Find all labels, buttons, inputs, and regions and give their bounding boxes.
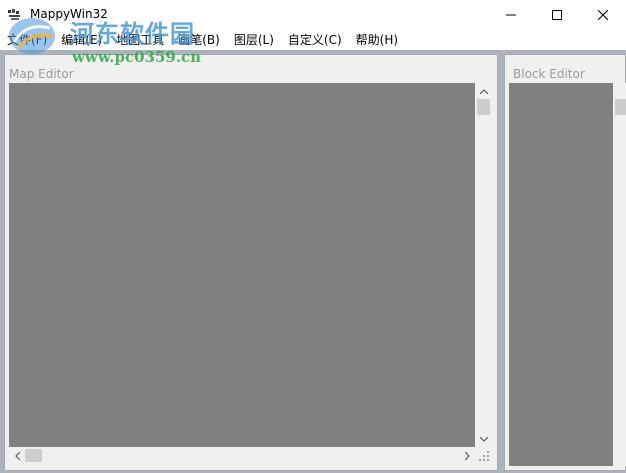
menu-file[interactable]: 文件(F) xyxy=(0,30,54,50)
map-vertical-scroll-thumb[interactable] xyxy=(477,99,490,115)
map-vertical-scrollbar[interactable] xyxy=(475,83,492,447)
block-vertical-scroll-thumb[interactable] xyxy=(615,99,626,115)
window-title: MappyWin32 xyxy=(30,7,108,21)
map-editor-panel[interactable]: Map Editor xyxy=(4,54,498,471)
menu-brush[interactable]: 画笔(B) xyxy=(171,30,227,50)
menu-bar: 文件(F) 编辑(E) 地图工具 画笔(B) 图层(L) 自定义(C) 帮助(H… xyxy=(0,30,626,50)
minimize-button[interactable] xyxy=(488,0,534,30)
block-canvas[interactable] xyxy=(509,83,613,466)
block-vertical-scrollbar[interactable] xyxy=(613,83,626,466)
block-editor-panel[interactable]: Block Editor xyxy=(504,54,626,471)
map-editor-title: Map Editor xyxy=(9,67,74,81)
map-horizontal-scrollbar[interactable] xyxy=(9,447,475,464)
menu-map-tools[interactable]: 地图工具 xyxy=(109,30,171,50)
menu-help[interactable]: 帮助(H) xyxy=(349,30,405,50)
maximize-button[interactable] xyxy=(534,0,580,30)
map-horizontal-scroll-thumb[interactable] xyxy=(25,449,42,462)
close-button[interactable] xyxy=(580,0,626,30)
mdi-client-area: Map Editor Block Editor xyxy=(0,50,626,473)
scroll-up-icon[interactable] xyxy=(475,83,492,99)
close-icon xyxy=(598,10,608,20)
app-icon[interactable] xyxy=(7,8,23,22)
menu-layers[interactable]: 图层(L) xyxy=(227,30,281,50)
menu-edit[interactable]: 编辑(E) xyxy=(54,30,109,50)
scroll-right-icon[interactable] xyxy=(459,447,475,464)
menu-custom[interactable]: 自定义(C) xyxy=(281,30,349,50)
maximize-icon xyxy=(552,10,562,20)
scroll-down-icon[interactable] xyxy=(475,431,492,447)
block-editor-title: Block Editor xyxy=(513,67,585,81)
scroll-left-icon[interactable] xyxy=(9,447,25,464)
map-canvas[interactable] xyxy=(9,83,475,447)
minimize-icon xyxy=(506,14,516,16)
title-bar[interactable]: MappyWin32 xyxy=(0,0,626,30)
resize-grip-icon[interactable] xyxy=(475,447,492,464)
